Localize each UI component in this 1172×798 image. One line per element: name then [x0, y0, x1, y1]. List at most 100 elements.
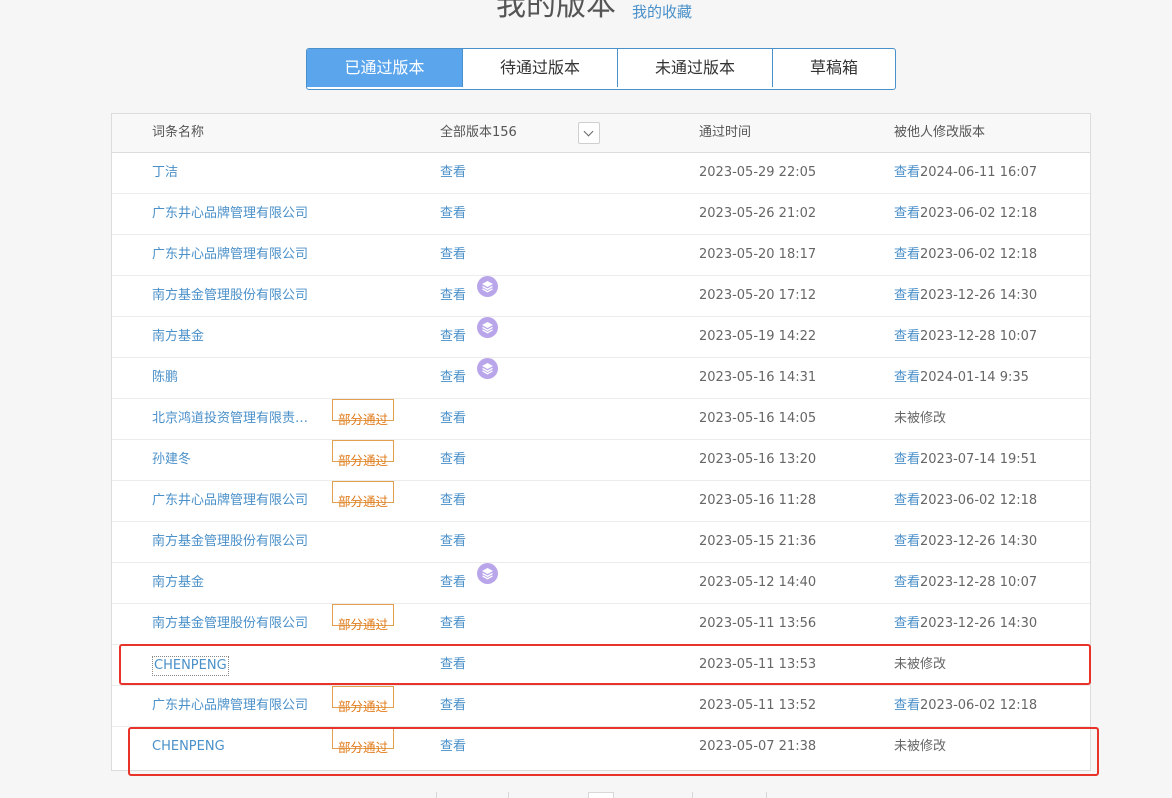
pagination-divider — [508, 792, 509, 798]
modified-version-cell: 查看2023-12-28 10:07 — [894, 317, 1037, 357]
view-link[interactable]: 查看 — [440, 645, 466, 685]
entry-name-link[interactable]: 南方基金 — [152, 317, 204, 357]
modified-version-text: 2023-12-26 14:30 — [920, 288, 1038, 303]
entry-name-link[interactable]: 广东井心品牌管理有限公司 — [152, 481, 308, 521]
modified-version-text: 未被修改 — [894, 657, 947, 672]
entry-name-link[interactable]: 南方基金管理股份有限公司 — [152, 604, 308, 644]
modified-view-link[interactable]: 查看 — [894, 288, 920, 303]
pagination-current-page[interactable] — [588, 792, 614, 798]
table-row: 南方基金 查看 2023-05-19 14:22 查看2023-12-28 10:07 — [112, 317, 1090, 358]
view-link[interactable]: 查看 — [440, 317, 466, 357]
tab-rejected[interactable]: 未通过版本 — [617, 49, 772, 87]
modified-view-link[interactable]: 查看 — [894, 452, 920, 467]
approved-time: 2023-05-16 11:28 — [699, 493, 817, 508]
tab-drafts[interactable]: 草稿箱 — [772, 49, 895, 87]
modified-version-text: 2023-12-26 14:30 — [920, 534, 1038, 549]
view-link[interactable]: 查看 — [440, 153, 466, 193]
layers-icon[interactable] — [477, 563, 498, 584]
view-link[interactable]: 查看 — [440, 194, 466, 234]
view-link[interactable]: 查看 — [440, 686, 466, 726]
modified-version-text: 2023-12-28 10:07 — [920, 329, 1038, 344]
modified-view-link[interactable]: 查看 — [894, 575, 920, 590]
modified-view-link[interactable]: 查看 — [894, 493, 920, 508]
table-header: 词条名称 全部版本156 通过时间 被他人修改版本 — [112, 114, 1090, 153]
chevron-down-icon[interactable] — [578, 122, 600, 144]
modified-version-cell: 查看2023-12-26 14:30 — [894, 522, 1037, 562]
modified-version-cell: 查看2024-01-14 9:35 — [894, 358, 1029, 398]
view-link[interactable]: 查看 — [440, 440, 466, 480]
table-row: 丁洁 查看 2023-05-29 22:05 查看2024-06-11 16:07 — [112, 153, 1090, 194]
view-link[interactable]: 查看 — [440, 358, 466, 398]
page-heading: 我的版本 我的收藏 — [496, 0, 692, 26]
partial-approval-badge: 部分通过 — [332, 440, 395, 468]
entry-name-link[interactable]: 广东井心品牌管理有限公司 — [152, 235, 308, 275]
view-link[interactable]: 查看 — [440, 481, 466, 521]
view-link[interactable]: 查看 — [440, 604, 466, 644]
table-row: 陈鹏 查看 2023-05-16 14:31 查看2024-01-14 9:35 — [112, 358, 1090, 399]
entry-name-link[interactable]: 北京鸿道投资管理有限责… — [152, 399, 308, 439]
entry-name-link[interactable]: 陈鹏 — [152, 358, 178, 398]
modified-view-link[interactable]: 查看 — [894, 329, 920, 344]
tab-approved[interactable]: 已通过版本 — [307, 49, 462, 87]
entry-name-link[interactable]: 南方基金管理股份有限公司 — [152, 522, 308, 562]
layers-icon[interactable] — [477, 358, 498, 379]
table-row: CHENPENG 查看 2023-05-11 13:53 未被修改 — [112, 645, 1090, 686]
modified-version-text: 2024-06-11 16:07 — [920, 165, 1038, 180]
pagination-divider — [436, 792, 437, 798]
header-approved-time: 通过时间 — [699, 125, 752, 140]
modified-view-link[interactable]: 查看 — [894, 698, 920, 713]
entry-name-link[interactable]: 南方基金 — [152, 563, 204, 603]
modified-version-cell: 查看2023-07-14 19:51 — [894, 440, 1037, 480]
modified-view-link[interactable]: 查看 — [894, 370, 920, 385]
entry-name-link[interactable]: CHENPENG — [152, 727, 225, 767]
modified-view-link[interactable]: 查看 — [894, 616, 920, 631]
view-link[interactable]: 查看 — [440, 399, 466, 439]
modified-version-text: 2023-12-26 14:30 — [920, 616, 1038, 631]
modified-version-cell: 查看2023-06-02 12:18 — [894, 481, 1037, 521]
approved-time: 2023-05-16 14:31 — [699, 370, 817, 385]
approved-time: 2023-05-12 14:40 — [699, 575, 817, 590]
partial-approval-badge: 部分通过 — [332, 686, 395, 714]
modified-version-text: 2024-01-14 9:35 — [920, 370, 1029, 385]
partial-approval-badge: 部分通过 — [332, 604, 395, 632]
modified-view-link[interactable]: 查看 — [894, 534, 920, 549]
header-modified-by-others: 被他人修改版本 — [894, 125, 986, 140]
view-link[interactable]: 查看 — [440, 727, 466, 767]
modified-view-link[interactable]: 查看 — [894, 165, 920, 180]
table-row: 南方基金管理股份有限公司 查看 2023-05-20 17:12 查看2023-12-… — [112, 276, 1090, 317]
modified-view-link[interactable]: 查看 — [894, 206, 920, 221]
approved-time: 2023-05-20 17:12 — [699, 288, 817, 303]
tab-pending[interactable]: 待通过版本 — [462, 49, 617, 87]
modified-version-cell: 查看2023-06-02 12:18 — [894, 686, 1037, 726]
approved-time: 2023-05-11 13:56 — [699, 616, 817, 631]
view-link[interactable]: 查看 — [440, 563, 466, 603]
modified-version-cell: 查看2023-06-02 12:18 — [894, 235, 1037, 275]
approved-time: 2023-05-11 13:52 — [699, 698, 817, 713]
modified-version-text: 未被修改 — [894, 411, 947, 426]
view-link[interactable]: 查看 — [440, 522, 466, 562]
versions-table: 词条名称 全部版本156 通过时间 被他人修改版本 丁洁 查看 2023-05-29… — [111, 113, 1091, 771]
table-row: 广东井心品牌管理有限公司 查看 2023-05-26 21:02 查看2023-06-… — [112, 194, 1090, 235]
entry-name-link[interactable]: 丁洁 — [152, 153, 178, 193]
view-link[interactable]: 查看 — [440, 276, 466, 316]
entry-name-link[interactable]: 南方基金管理股份有限公司 — [152, 276, 308, 316]
entry-name-link[interactable]: 孙建冬 — [152, 440, 191, 480]
modified-version-text: 2023-12-28 10:07 — [920, 575, 1038, 590]
entry-name-link[interactable]: 广东井心品牌管理有限公司 — [152, 686, 308, 726]
partial-approval-badge: 部分通过 — [332, 727, 395, 755]
layers-icon[interactable] — [477, 276, 498, 297]
modified-view-link[interactable]: 查看 — [894, 247, 920, 262]
modified-version-cell: 查看2023-06-02 12:18 — [894, 194, 1037, 234]
favorites-link[interactable]: 我的收藏 — [632, 1, 692, 22]
header-entry-name: 词条名称 — [152, 125, 205, 140]
approved-time: 2023-05-19 14:22 — [699, 329, 817, 344]
view-link[interactable]: 查看 — [440, 235, 466, 275]
layers-icon[interactable] — [477, 317, 498, 338]
approved-time: 2023-05-29 22:05 — [699, 165, 817, 180]
modified-version-text: 2023-07-14 19:51 — [920, 452, 1038, 467]
modified-version-cell: 查看2024-06-11 16:07 — [894, 153, 1037, 193]
entry-name-link[interactable]: CHENPENG — [152, 656, 229, 676]
approved-time: 2023-05-16 14:05 — [699, 411, 817, 426]
entry-name-link[interactable]: 广东井心品牌管理有限公司 — [152, 194, 308, 234]
table-row: CHENPENG 部分通过 查看 2023-05-07 21:38 未被修改 — [112, 727, 1090, 767]
